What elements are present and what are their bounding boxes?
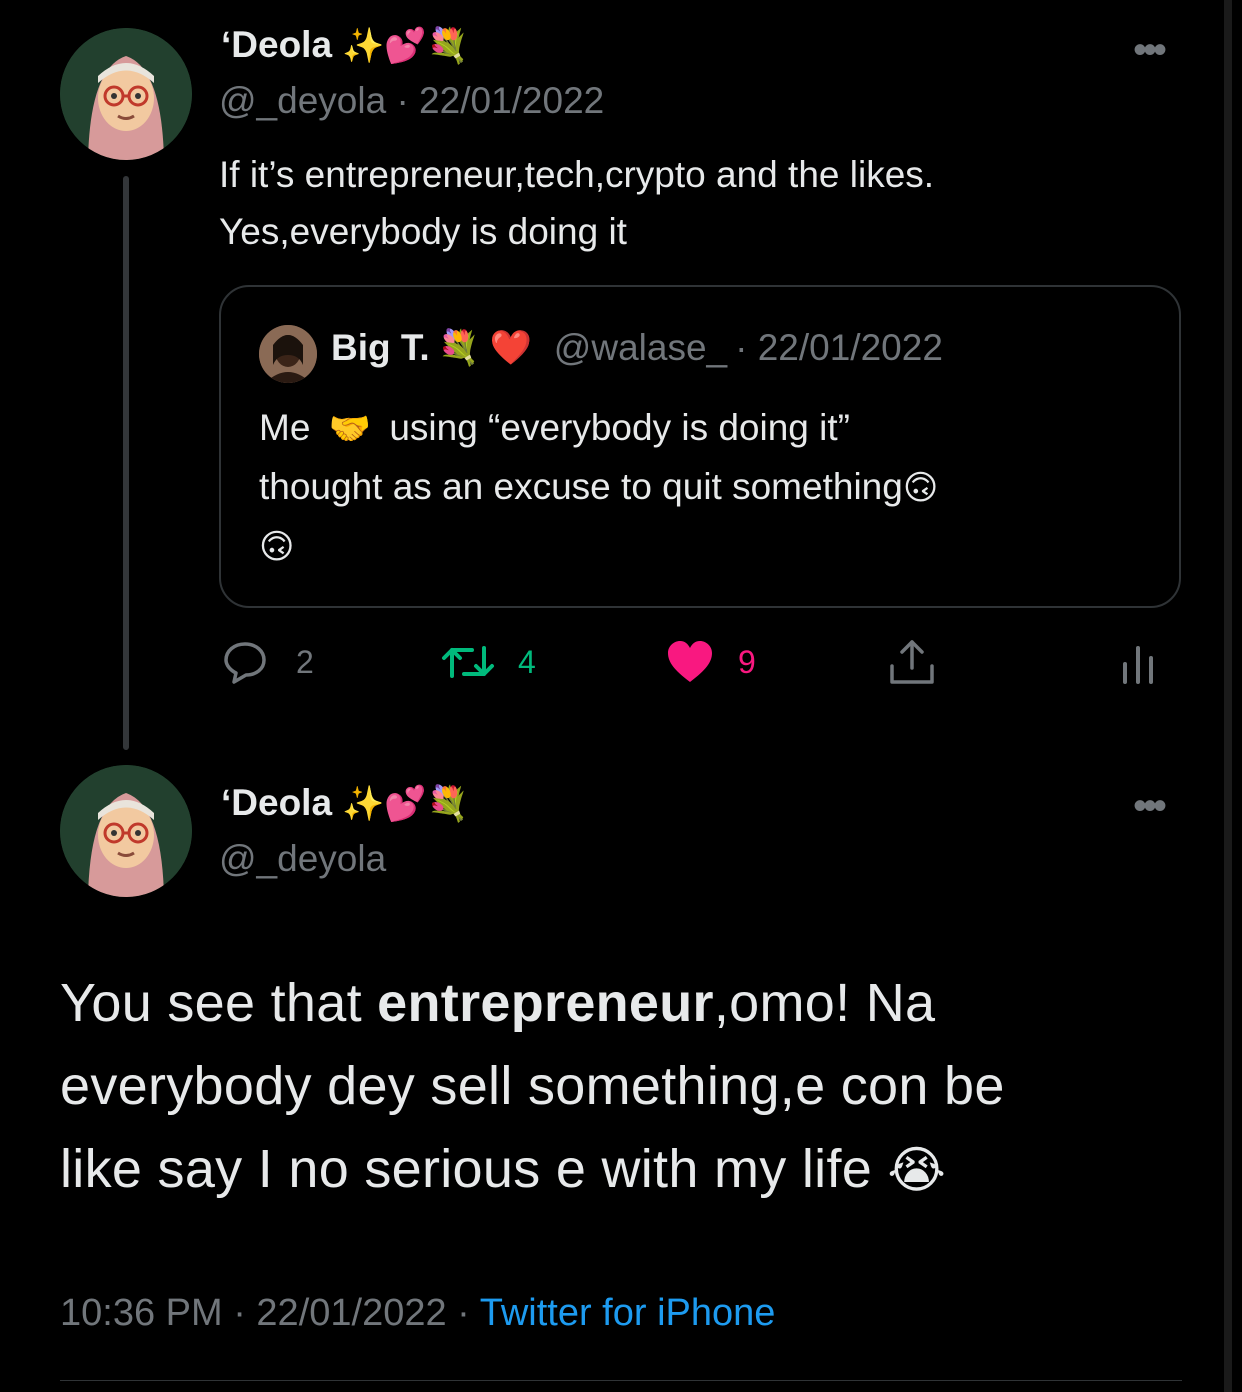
like-count: 9 — [738, 643, 756, 680]
tweet-source-link[interactable]: Twitter for iPhone — [480, 1292, 776, 1334]
avatar[interactable] — [60, 765, 192, 897]
quoted-text-line: 🙃 — [259, 517, 1159, 576]
handshake-emoji: 🤝 — [328, 410, 372, 448]
reply-count: 2 — [296, 643, 314, 680]
bitmoji-avatar-icon — [60, 28, 192, 160]
tweet-main-text: You see that entrepreneur,omo! Na everyb… — [60, 962, 1190, 1212]
name-emojis: ✨💕💐 — [342, 785, 470, 823]
quoted-text-line: Me 🤝 using “everybody is doing it” — [259, 407, 850, 448]
author-name-text: ‘Deola — [221, 24, 333, 65]
share-button[interactable] — [888, 638, 936, 686]
author-name[interactable]: ‘Deola ✨💕💐 — [221, 24, 469, 66]
analytics-button[interactable] — [1120, 644, 1156, 684]
author-name-text: ‘Deola — [221, 782, 333, 823]
bold-word: entrepreneur — [377, 973, 714, 1033]
upside-down-emoji: 🙃 — [259, 528, 295, 566]
avatar[interactable] — [60, 28, 192, 160]
retweet-icon — [442, 646, 494, 678]
tweet-main-text-line: everybody dey sell something,e con be — [60, 1056, 1005, 1116]
retweet-button[interactable]: 4 — [440, 642, 536, 682]
reply-icon — [224, 642, 266, 684]
heart-icon — [668, 641, 712, 682]
quoted-date: · 22/01/2022 — [735, 327, 943, 368]
tweet-date[interactable]: · 22/01/2022 — [396, 80, 604, 121]
tweet-meta: 10:36 PM · 22/01/2022 · Twitter for iPho… — [60, 1292, 775, 1335]
quoted-author-name[interactable]: Big T. — [331, 327, 430, 369]
tweet-timestamp[interactable]: 10:36 PM · 22/01/2022 · — [60, 1292, 480, 1334]
reply-button[interactable]: 2 — [222, 640, 314, 684]
analytics-icon — [1123, 646, 1153, 684]
quoted-text-line: thought as an excuse to quit something🙃 — [259, 466, 939, 507]
name-emojis: ✨💕💐 — [342, 27, 470, 65]
author-handle[interactable]: @_deyola — [219, 80, 386, 121]
quoted-text: Me 🤝 using “everybody is doing it” thoug… — [259, 399, 1159, 576]
tweet-text-line: Yes,everybody is doing it — [219, 211, 627, 252]
author-handle[interactable]: @_deyola — [219, 838, 386, 880]
profile-photo-icon — [259, 325, 317, 383]
tweet-text: If it’s entrepreneur,tech,crypto and the… — [219, 146, 1169, 260]
author-handle-line: @_deyola · 22/01/2022 — [219, 80, 604, 122]
quoted-avatar — [259, 325, 317, 383]
thread-line — [123, 176, 129, 750]
upside-down-emoji: 🙃 — [902, 469, 939, 507]
tweet-main-text-line: You see that entrepreneur,omo! Na — [60, 973, 936, 1033]
quoted-header: Big T. 💐 ❤️ @walase_ · 22/01/2022 — [331, 327, 943, 369]
quoted-author-handle: @walase_ — [553, 327, 728, 368]
quoted-name-emojis: 💐 ❤️ — [437, 329, 532, 367]
tweet-text-line: If it’s entrepreneur,tech,crypto and the… — [219, 154, 935, 195]
divider — [60, 1380, 1182, 1381]
bitmoji-avatar-icon — [60, 765, 192, 897]
more-options-icon[interactable]: ••• — [1133, 786, 1167, 826]
tweet-main-text-line: like say I no serious e with my life 😭 — [60, 1139, 947, 1199]
quoted-tweet-card[interactable]: Big T. 💐 ❤️ @walase_ · 22/01/2022 Me 🤝 u… — [219, 285, 1181, 608]
like-button[interactable]: 9 — [666, 640, 756, 684]
retweet-count: 4 — [518, 643, 536, 680]
more-options-icon[interactable]: ••• — [1133, 30, 1167, 70]
crying-emoji: 😭 — [887, 1142, 947, 1198]
author-name[interactable]: ‘Deola ✨💕💐 — [221, 782, 469, 824]
scrollbar[interactable] — [1224, 0, 1232, 1392]
share-icon — [890, 640, 934, 684]
